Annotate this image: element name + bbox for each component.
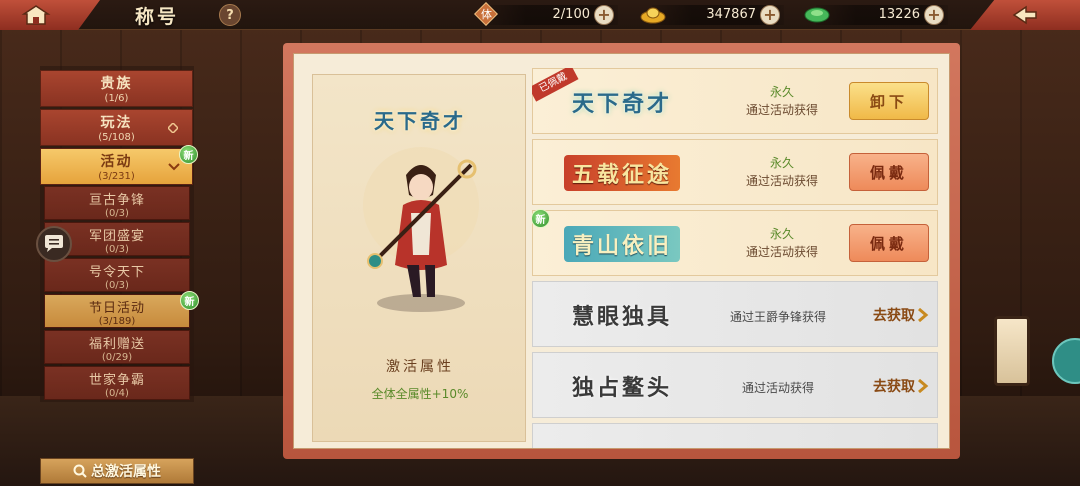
subcategory-label: 世家争霸 — [88, 373, 145, 388]
go-obtain-label: 去获取 — [873, 308, 915, 324]
stamina-icon-label: 体 — [481, 8, 492, 21]
chevron-right-icon — [918, 308, 929, 322]
title-banner: 青山依旧 — [537, 219, 707, 269]
subcategory-label: 亘古争锋 — [88, 193, 145, 208]
subcategory-count: (0/4) — [105, 388, 129, 399]
new-badge: 新 — [179, 145, 198, 164]
subcategory-item[interactable]: 福利赠送 (0/29) — [44, 330, 190, 364]
title-duration: 永久 — [769, 227, 794, 241]
stamina-plus-button[interactable]: + — [594, 5, 614, 25]
subcategory-label: 节日活动 — [88, 301, 145, 316]
home-icon — [21, 5, 51, 25]
back-arrow-icon — [1012, 5, 1037, 25]
chevron-right-icon — [918, 379, 929, 393]
title-row: 新 青山依旧 永久 通过活动获得 佩戴 — [532, 209, 938, 276]
jade-plus-button[interactable]: + — [924, 5, 944, 25]
title-list: 天下奇才 已佩戴 永久 通过活动获得 卸下 五载征途 永久 通过活动获得 佩戴 … — [532, 68, 938, 448]
subcategory-item[interactable]: 号令天下 (0/3) — [44, 258, 190, 292]
category-count: (5/108) — [98, 132, 135, 143]
title-name: 天下奇才 — [571, 91, 672, 117]
lantern-decoration — [994, 316, 1030, 386]
subcategory-count: (0/3) — [105, 208, 129, 219]
subcategory-count: (3/189) — [98, 316, 136, 327]
jade-icon — [804, 2, 830, 33]
stamina-resource: 体 2/100 + — [473, 1, 618, 27]
gold-resource: 347867 + — [640, 5, 784, 25]
activation-attr-value: 全体全属性+10% — [371, 387, 469, 401]
category-nobility[interactable]: 贵族 (1/6) — [40, 70, 193, 107]
title-name: 慧眼独具 — [571, 304, 672, 330]
subcategory-label: 福利赠送 — [88, 337, 145, 352]
title-name: 独占鳌头 — [571, 375, 672, 401]
preview-title-banner: 天下奇才 — [343, 99, 497, 139]
chat-bubble-icon — [45, 235, 63, 252]
home-button[interactable] — [0, 0, 100, 30]
gold-ingot-icon — [640, 2, 666, 33]
title-row-locked: 慧眼独具 通过王爵争锋获得 去获取 — [532, 281, 938, 347]
subcategory-label: 号令天下 — [88, 265, 145, 280]
go-obtain-button[interactable]: 去获取 — [845, 304, 929, 326]
jade-value: 13226 — [878, 7, 920, 22]
title-banner: 慧眼独具 — [537, 290, 707, 340]
gold-value: 347867 — [706, 7, 756, 22]
character-figure — [363, 147, 479, 312]
title-duration: 永久 — [769, 85, 794, 99]
help-button[interactable]: ? — [219, 4, 241, 26]
title-row-locked — [532, 423, 938, 448]
title-name: 青山依旧 — [563, 226, 680, 262]
title-banner: 独占鳌头 — [537, 361, 707, 411]
diamond-icon — [168, 123, 178, 133]
search-icon — [73, 464, 87, 478]
chat-button[interactable] — [36, 226, 72, 262]
title-source: 通过活动获得 — [745, 245, 818, 259]
total-attributes-button[interactable]: 总激活属性 — [40, 458, 194, 484]
go-obtain-button[interactable]: 去获取 — [845, 375, 929, 397]
category-count: (1/6) — [104, 93, 129, 104]
stamina-value: 2/100 — [552, 7, 590, 22]
new-badge: 新 — [180, 291, 199, 310]
title-row: 天下奇才 已佩戴 永久 通过活动获得 卸下 — [532, 68, 938, 134]
title-panel: 天下奇才 激活属性 全体全属性+10% 天下奇才 已佩戴 永久 通过活动获得 卸… — [283, 43, 960, 459]
gold-plus-button[interactable]: + — [760, 5, 780, 25]
equip-button[interactable]: 佩戴 — [849, 153, 929, 191]
equip-button[interactable]: 佩戴 — [849, 224, 929, 262]
subcategory-count: (0/3) — [105, 280, 129, 291]
unequip-button[interactable]: 卸下 — [849, 82, 929, 120]
preview-title-text: 天下奇才 — [374, 108, 466, 133]
title-source: 通过王爵争锋获得 — [729, 310, 826, 324]
category-events[interactable]: 活动 (3/231) 新 — [40, 145, 198, 185]
activation-attr-label: 激活属性 — [386, 359, 454, 375]
go-obtain-label: 去获取 — [873, 379, 915, 395]
title-row: 五载征途 永久 通过活动获得 佩戴 — [532, 139, 938, 205]
panel-inner: 天下奇才 激活属性 全体全属性+10% 天下奇才 已佩戴 永久 通过活动获得 卸… — [293, 53, 950, 449]
title-source: 通过活动获得 — [745, 174, 818, 188]
category-gameplay[interactable]: 玩法 (5/108) — [40, 109, 193, 146]
total-attributes-label: 总激活属性 — [91, 464, 161, 480]
title-source: 通过活动获得 — [745, 103, 818, 117]
chevron-down-icon — [168, 163, 180, 171]
top-bar: 称号 ? 体 2/100 + 347867 + 13226 + — [0, 0, 1080, 30]
title-banner: 五载征途 — [537, 148, 707, 198]
title-name: 五载征途 — [563, 155, 680, 191]
subcategory-count: (0/29) — [101, 352, 133, 363]
subcategory-item[interactable]: 亘古争锋 (0/3) — [44, 186, 190, 220]
character-preview: 天下奇才 激活属性 全体全属性+10% — [312, 74, 526, 442]
title-source: 通过活动获得 — [741, 381, 814, 395]
title-row-locked: 独占鳌头 通过活动获得 去获取 — [532, 352, 938, 418]
subcategory-item[interactable]: 世家争霸 (0/4) — [44, 366, 190, 400]
jade-resource: 13226 + — [804, 5, 948, 25]
subcategory-item-festival[interactable]: 节日活动 (3/189) 新 — [44, 291, 199, 328]
category-count: (3/231) — [98, 171, 135, 182]
page-title: 称号 — [135, 6, 180, 28]
category-label: 贵族 — [100, 76, 133, 92]
title-duration: 永久 — [769, 156, 794, 170]
back-button[interactable] — [970, 0, 1080, 30]
